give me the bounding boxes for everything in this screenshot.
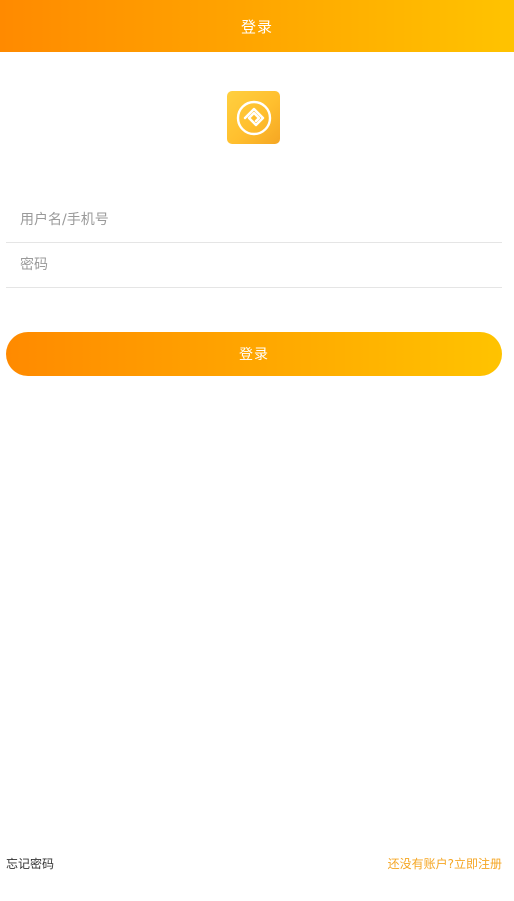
page-title: 登录	[240, 17, 273, 36]
login-button[interactable]: 登录	[6, 332, 502, 376]
forgot-password-link[interactable]: 忘记密码	[6, 855, 54, 872]
password-input[interactable]	[20, 243, 490, 287]
login-page: 登录 登录 忘记密码 还没有账户?立即注册	[0, 0, 514, 901]
header-bar: 登录	[0, 0, 514, 52]
app-logo	[227, 91, 280, 144]
password-field-row	[6, 243, 502, 288]
username-field-row	[6, 198, 502, 243]
app-logo-icon	[236, 100, 271, 135]
register-link[interactable]: 还没有账户?立即注册	[388, 855, 502, 872]
username-input[interactable]	[20, 198, 490, 242]
